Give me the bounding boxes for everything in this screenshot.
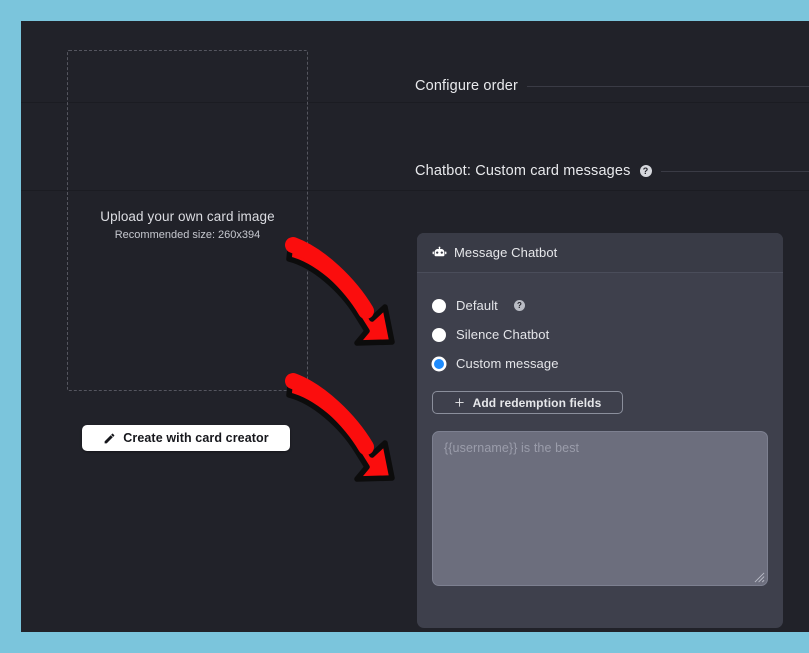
radio-label-custom-message: Custom message: [456, 356, 559, 371]
radio-option-silence-chatbot[interactable]: Silence Chatbot: [432, 320, 768, 349]
section-rule: [660, 170, 809, 172]
radio-mark-silence-chatbot[interactable]: [432, 327, 446, 342]
radio-mark-custom-message[interactable]: [432, 356, 446, 371]
radio-mark-default[interactable]: [432, 298, 446, 313]
radio-label-silence-chatbot: Silence Chatbot: [456, 327, 550, 342]
section-header-configure-order: Configure order: [415, 78, 809, 94]
dropzone-subtitle: Recommended size: 260x394: [114, 229, 261, 241]
bot-icon: [432, 246, 447, 259]
card-image-dropzone[interactable]: Upload your own card image Recommended s…: [67, 50, 308, 391]
help-icon[interactable]: ?: [639, 165, 652, 177]
section-rule: [527, 85, 809, 87]
message-chatbot-panel-header: Message Chatbot: [417, 233, 783, 273]
add-redemption-fields-button[interactable]: Add redemption fields: [432, 391, 623, 414]
message-chatbot-panel-title: Message Chatbot: [454, 245, 558, 260]
settings-column: Configure order Chatbot: Custom card mes…: [394, 21, 809, 632]
section-header-chatbot-custom-card-messages: Chatbot: Custom card messages ?: [415, 163, 809, 179]
message-chatbot-panel: Message Chatbot Default ? Silence Chatbo…: [417, 233, 783, 628]
plus-icon: [454, 397, 465, 408]
radio-option-default[interactable]: Default ?: [432, 291, 768, 320]
custom-message-placeholder: {{username}} is the best: [444, 441, 580, 455]
pencil-icon: [103, 432, 116, 445]
radio-label-default: Default: [456, 298, 498, 313]
textarea-resize-grip[interactable]: [754, 572, 765, 583]
create-with-card-creator-button[interactable]: Create with card creator: [82, 425, 290, 451]
add-redemption-fields-label: Add redemption fields: [472, 395, 602, 410]
radio-option-custom-message[interactable]: Custom message: [432, 349, 768, 378]
custom-message-input[interactable]: {{username}} is the best: [432, 431, 768, 586]
help-icon[interactable]: ?: [513, 300, 525, 311]
message-chatbot-panel-body: Default ? Silence Chatbot Custom message: [417, 273, 783, 586]
create-with-card-creator-label: Create with card creator: [123, 431, 269, 445]
app-window: Upload your own card image Recommended s…: [21, 21, 809, 632]
section-title-chatbot-custom-card-messages: Chatbot: Custom card messages: [415, 163, 631, 179]
dropzone-text-block: Upload your own card image Recommended s…: [68, 208, 307, 243]
dropzone-title: Upload your own card image: [100, 209, 275, 224]
section-title-configure-order: Configure order: [415, 78, 518, 94]
